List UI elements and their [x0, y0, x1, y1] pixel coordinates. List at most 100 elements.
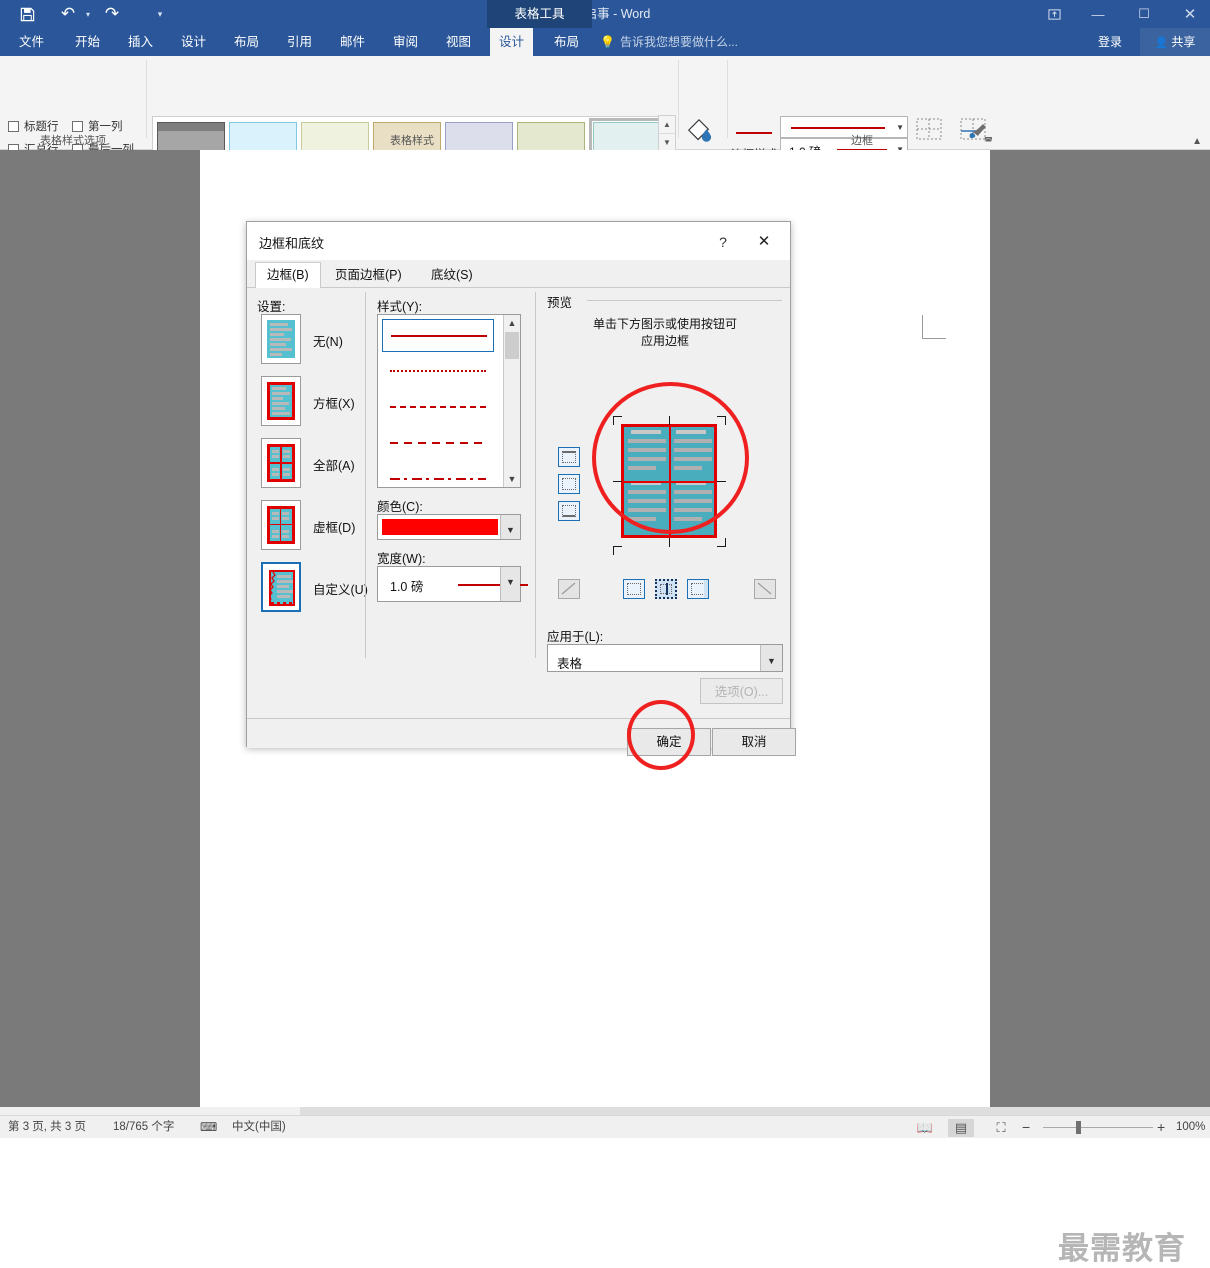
apply-to-label: 应用于(L):: [547, 630, 604, 644]
style-line-preview: [390, 406, 486, 408]
tab-table-layout[interactable]: 布局: [545, 28, 588, 56]
annotation-circle-ok-button: [627, 700, 695, 770]
scroll-down-icon[interactable]: ▼: [504, 471, 520, 487]
tell-me-search[interactable]: 💡 告诉我您想要做什么...: [600, 28, 738, 56]
top-border-toggle[interactable]: [558, 447, 580, 467]
close-button[interactable]: ✕: [1168, 0, 1210, 28]
preset-icon: [261, 500, 301, 550]
width-value: 1.0 磅: [390, 580, 424, 594]
settings-label: 设置:: [257, 300, 286, 314]
minimize-button[interactable]: —: [1076, 0, 1120, 28]
diagonal-up-border-toggle[interactable]: [754, 579, 776, 599]
scrollbar-thumb[interactable]: [505, 332, 519, 359]
tab-view[interactable]: 视图: [437, 28, 480, 56]
cancel-button[interactable]: 取消: [712, 728, 796, 756]
undo-icon[interactable]: ↶: [55, 0, 81, 28]
undo-dropdown-icon[interactable]: ▾: [82, 0, 94, 28]
dialog-title-bar: 边框和底纹 ? ✕: [247, 222, 790, 260]
ribbon-tab-strip: 文件 开始 插入 设计 布局 引用 邮件 审阅 视图 设计 布局 💡 告诉我您想要…: [0, 28, 1210, 56]
tab-design[interactable]: 设计: [172, 28, 215, 56]
language-indicator[interactable]: 中文(中国): [232, 1116, 286, 1139]
checkbox-box: [72, 120, 83, 132]
save-icon[interactable]: [12, 0, 42, 28]
chevron-down-icon[interactable]: ▼: [896, 123, 904, 132]
zoom-slider-track[interactable]: [1043, 1127, 1153, 1128]
preset-thumbnail: [267, 444, 295, 482]
tab-references[interactable]: 引用: [278, 28, 321, 56]
maximize-button[interactable]: ☐: [1122, 0, 1166, 28]
group-label-table-style-options: 表格样式选项: [40, 135, 106, 147]
tab-shading[interactable]: 底纹(S): [420, 263, 484, 288]
preview-hint-line1: 单击下方图示或使用按钮可: [592, 317, 737, 331]
word-count[interactable]: 18/765 个字: [113, 1116, 174, 1139]
bottom-border-toggle[interactable]: [558, 501, 580, 521]
right-border-toggle[interactable]: [687, 579, 709, 599]
contextual-tools-label: 表格工具: [487, 0, 592, 28]
middle-vertical-border-toggle[interactable]: [655, 579, 677, 599]
preset-label: 方框(X): [313, 397, 355, 411]
proofing-icon[interactable]: ⌨: [200, 1116, 217, 1139]
tab-home[interactable]: 开始: [66, 28, 109, 56]
zoom-slider-thumb[interactable]: [1076, 1121, 1081, 1134]
preset-icon: [261, 562, 301, 612]
group-label-borders: 边框: [851, 135, 873, 147]
style-line-preview: [390, 370, 486, 372]
preset-label: 全部(A): [313, 459, 355, 473]
tab-mailings[interactable]: 邮件: [331, 28, 374, 56]
style-line-preview: [390, 442, 486, 444]
left-border-toggle[interactable]: [623, 579, 645, 599]
page-indicator[interactable]: 第 3 页, 共 3 页: [8, 1116, 86, 1139]
tab-borders[interactable]: 边框(B): [255, 262, 321, 289]
style-option-small-dash[interactable]: [382, 391, 494, 424]
chevron-down-icon[interactable]: ▼: [500, 567, 520, 601]
middle-horizontal-border-toggle[interactable]: [558, 474, 580, 494]
borders-dialog-launcher-icon[interactable]: ◚: [984, 136, 993, 147]
border-color-combo[interactable]: ▼: [377, 514, 521, 540]
status-bar: 第 3 页, 共 3 页 18/765 个字 ⌨ 中文(中国) 📖 ▤ ⛶ − …: [0, 1115, 1210, 1138]
annotation-circle-preview: [592, 382, 749, 534]
zoom-in-button[interactable]: +: [1157, 1116, 1165, 1139]
tab-insert[interactable]: 插入: [119, 28, 162, 56]
scrollbar-thumb[interactable]: [0, 1107, 300, 1115]
style-list-scrollbar[interactable]: ▲ ▼: [503, 315, 520, 487]
share-button[interactable]: 👤 共享: [1140, 28, 1210, 56]
tab-table-design[interactable]: 设计: [490, 28, 534, 56]
tab-file[interactable]: 文件: [10, 28, 53, 56]
close-icon[interactable]: ✕: [752, 231, 776, 253]
tab-layout[interactable]: 布局: [225, 28, 268, 56]
style-option-dash-dot[interactable]: [382, 463, 494, 496]
preset-label: 虚框(D): [313, 521, 356, 535]
border-width-combo[interactable]: 1.0 磅 ▼: [377, 566, 528, 602]
tab-review[interactable]: 审阅: [384, 28, 427, 56]
ribbon-display-options-icon[interactable]: [1032, 0, 1076, 28]
group-separator: [146, 60, 147, 138]
lightbulb-icon: 💡: [600, 35, 615, 49]
diagonal-down-border-toggle[interactable]: [558, 579, 580, 599]
style-option-solid[interactable]: [382, 319, 494, 352]
style-label: 样式(Y):: [377, 300, 423, 314]
chevron-down-icon[interactable]: ▼: [500, 515, 520, 539]
redo-icon[interactable]: ↷: [99, 0, 125, 28]
horizontal-scrollbar[interactable]: [0, 1107, 1210, 1115]
collapse-ribbon-icon[interactable]: ▲: [1192, 136, 1202, 147]
line-style-list[interactable]: ▲ ▼: [377, 314, 521, 488]
customize-quick-access-icon[interactable]: ▾: [150, 0, 170, 28]
preset-thumbnail: [267, 506, 295, 544]
scroll-up-icon[interactable]: ▲: [504, 315, 520, 331]
apply-to-combo[interactable]: 表格 ▼: [547, 644, 783, 672]
help-icon[interactable]: ?: [712, 231, 734, 253]
chevron-down-icon[interactable]: ▼: [760, 645, 782, 671]
web-layout-icon[interactable]: ⛶: [988, 1119, 1014, 1137]
zoom-level[interactable]: 100%: [1176, 1116, 1205, 1139]
print-layout-icon[interactable]: ▤: [948, 1119, 974, 1137]
read-mode-icon[interactable]: 📖: [912, 1119, 938, 1137]
preset-label: 无(N): [313, 335, 343, 349]
preset-thumbnail: [267, 320, 295, 358]
zoom-out-button[interactable]: −: [1022, 1116, 1030, 1139]
sign-in-link[interactable]: 登录: [1098, 28, 1122, 56]
line-style-preview: [791, 127, 885, 129]
preview-label: 预览: [547, 296, 573, 310]
style-option-dotted[interactable]: [382, 355, 494, 388]
style-option-dash[interactable]: [382, 427, 494, 460]
tab-page-border[interactable]: 页面边框(P): [324, 263, 413, 288]
